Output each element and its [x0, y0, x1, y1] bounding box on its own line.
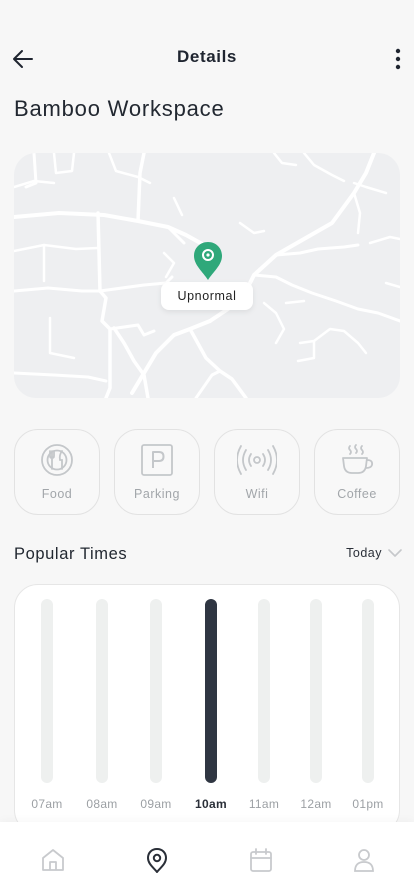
- top-bar: Details: [0, 36, 414, 80]
- tick-label-09am: 09am: [140, 797, 172, 811]
- tick-label-07am: 07am: [31, 797, 63, 811]
- bar-09am[interactable]: [150, 599, 162, 783]
- bar-01pm[interactable]: [362, 599, 374, 783]
- nav-home[interactable]: [39, 846, 67, 874]
- amenity-parking[interactable]: Parking: [114, 429, 200, 515]
- amenity-food[interactable]: Food: [14, 429, 100, 515]
- chevron-down-icon: [388, 549, 402, 557]
- location-icon: [147, 848, 167, 873]
- bar-12am[interactable]: [310, 599, 322, 783]
- amenity-label: Wifi: [245, 487, 269, 501]
- amenities-row: Food Parking Wifi Coffee: [14, 429, 400, 515]
- bottom-navigation: [0, 822, 414, 896]
- amenity-label: Coffee: [337, 487, 377, 501]
- calendar-icon: [250, 848, 272, 872]
- amenity-coffee[interactable]: Coffee: [314, 429, 400, 515]
- page-title: Details: [177, 47, 237, 66]
- profile-icon: [354, 849, 374, 872]
- location-map[interactable]: Upnormal: [14, 153, 400, 398]
- tick-label-01pm: 01pm: [352, 797, 384, 811]
- amenity-label: Parking: [134, 487, 180, 501]
- parking-icon: [141, 444, 173, 476]
- bar-08am[interactable]: [96, 599, 108, 783]
- bar-11am[interactable]: [258, 599, 270, 783]
- more-options-button[interactable]: [386, 44, 410, 74]
- home-icon: [42, 849, 64, 871]
- bar-07am[interactable]: [41, 599, 53, 783]
- popular-times-chart: 07am 08am 09am 10am 11am 12am 01pm: [14, 584, 400, 834]
- tick-label-10am: 10am: [195, 797, 227, 811]
- tick-label-08am: 08am: [86, 797, 118, 811]
- nav-location[interactable]: [143, 846, 171, 874]
- amenity-wifi[interactable]: Wifi: [214, 429, 300, 515]
- nav-calendar[interactable]: [247, 846, 275, 874]
- tick-label-11am: 11am: [248, 797, 280, 811]
- more-vertical-icon: [395, 48, 401, 70]
- map-pin-icon[interactable]: [192, 240, 224, 282]
- map-marker-label[interactable]: Upnormal: [161, 282, 253, 310]
- time-filter-value: Today: [346, 546, 382, 560]
- tick-label-12am: 12am: [300, 797, 332, 811]
- time-filter-dropdown[interactable]: Today: [346, 546, 402, 560]
- amenity-label: Food: [41, 487, 73, 501]
- food-plate-icon: [41, 444, 73, 476]
- popular-times-title: Popular Times: [14, 545, 128, 563]
- coffee-cup-icon: [342, 444, 374, 474]
- wifi-signal-icon: [237, 445, 277, 475]
- bar-10am[interactable]: [205, 599, 217, 783]
- nav-profile[interactable]: [350, 846, 378, 874]
- place-name: Bamboo Workspace: [14, 96, 225, 121]
